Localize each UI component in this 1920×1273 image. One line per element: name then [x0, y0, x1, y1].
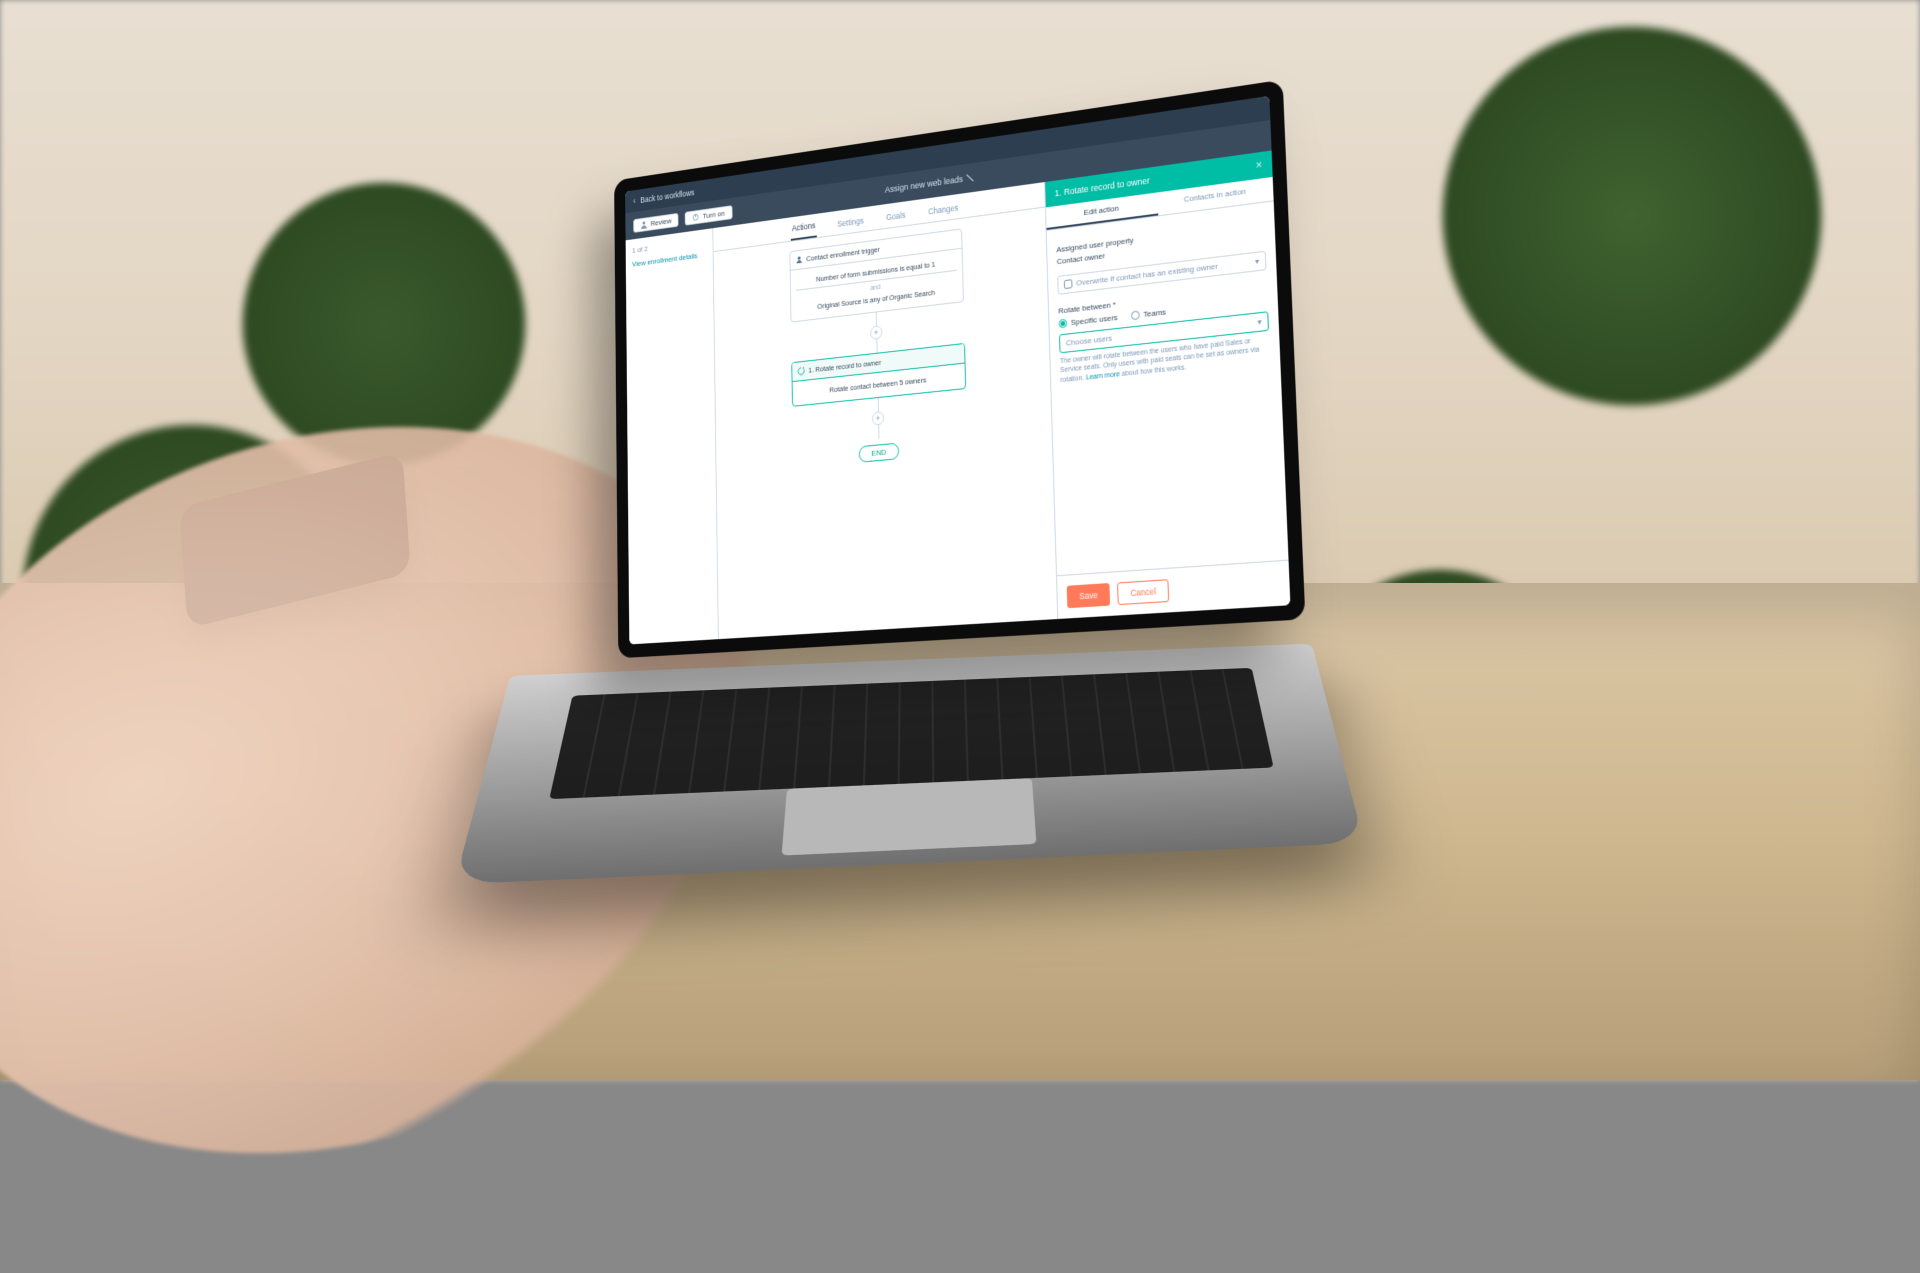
checkbox-icon [1064, 280, 1073, 290]
back-link[interactable]: Back to workflows [640, 188, 694, 205]
back-chevron-icon[interactable]: ‹ [633, 196, 636, 206]
action-title: 1. Rotate record to owner [808, 358, 881, 375]
laptop: ‹ Back to workflows Review Turn [560, 120, 1640, 940]
radio-teams[interactable]: Teams [1131, 308, 1166, 321]
radio-icon [1059, 319, 1068, 329]
tab-changes[interactable]: Changes [926, 203, 960, 223]
assign-value: Contact owner [1057, 251, 1105, 266]
app-root: ‹ Back to workflows Review Turn [625, 96, 1290, 645]
radio-specific-users[interactable]: Specific users [1059, 313, 1118, 329]
tab-actions[interactable]: Actions [790, 220, 817, 241]
rotate-icon [797, 366, 805, 375]
radio-specific-label: Specific users [1071, 313, 1118, 327]
tab-goals[interactable]: Goals [884, 210, 907, 228]
keyboard [549, 668, 1273, 799]
viewing-count: 1 of 2 [632, 245, 648, 255]
radio-icon [1131, 311, 1140, 321]
screen: ‹ Back to workflows Review Turn [625, 96, 1290, 645]
end-cap: END [858, 443, 899, 463]
workflow-title-wrap: Assign new web leads [885, 173, 974, 195]
review-pill[interactable]: Review [633, 212, 678, 232]
flow-column: Contact enrollment trigger Number of for… [781, 227, 977, 469]
radio-teams-label: Teams [1143, 308, 1166, 320]
chevron-down-icon: ▾ [1257, 318, 1261, 328]
cancel-button[interactable]: Cancel [1117, 579, 1169, 605]
choose-users-placeholder: Choose users [1066, 334, 1113, 348]
trigger-node[interactable]: Contact enrollment trigger Number of for… [789, 228, 964, 322]
add-step-button[interactable]: + [870, 325, 882, 340]
power-icon [692, 212, 699, 221]
turn-on-label: Turn on [703, 209, 725, 220]
connector-line [877, 398, 878, 412]
connector-line [875, 312, 876, 326]
edit-title-icon[interactable] [966, 174, 973, 183]
contact-icon [795, 255, 803, 264]
trackpad [782, 778, 1037, 855]
connector-line [878, 425, 879, 439]
add-step-button[interactable]: + [872, 411, 884, 426]
connector-line [876, 339, 877, 353]
tab-settings[interactable]: Settings [836, 216, 866, 235]
side-panel: 1. Rotate record to owner × Edit action … [1044, 150, 1290, 619]
panel-body: Assigned user property Contact owner Ove… [1047, 201, 1289, 575]
overwrite-label: Overwrite if contact has an existing own… [1076, 262, 1218, 288]
turn-on-pill[interactable]: Turn on [685, 205, 732, 225]
close-icon[interactable]: × [1256, 159, 1263, 172]
canvas[interactable]: Actions Settings Goals Changes [713, 182, 1057, 639]
laptop-base [454, 644, 1364, 885]
person-icon [640, 220, 647, 229]
left-rail: 1 of 2 View enrollment details [626, 228, 719, 644]
chevron-down-icon: ▾ [1255, 257, 1259, 267]
action-node[interactable]: 1. Rotate record to owner Rotate contact… [791, 343, 966, 407]
save-button[interactable]: Save [1067, 583, 1111, 608]
review-label: Review [651, 216, 672, 227]
help-link[interactable]: Learn more [1086, 371, 1120, 382]
workflow-title: Assign new web leads [885, 174, 963, 195]
laptop-lid: ‹ Back to workflows Review Turn [614, 80, 1305, 659]
